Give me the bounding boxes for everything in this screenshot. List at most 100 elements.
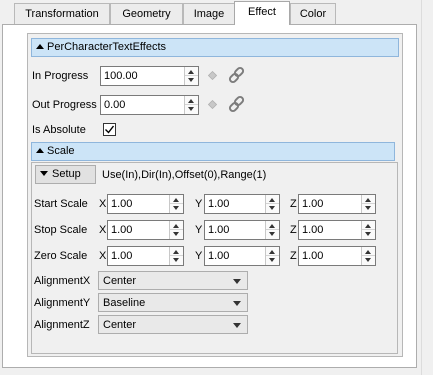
splitter[interactable] [421, 0, 422, 375]
out-progress-spinbox[interactable]: 0.00 [100, 95, 199, 115]
tab-label: Color [299, 8, 327, 20]
collapse-arrow-icon [36, 44, 44, 50]
tab-effect[interactable]: Effect [234, 1, 290, 25]
axis-z-label: Z [290, 224, 297, 236]
spin-up-icon[interactable] [365, 198, 371, 202]
alignment-z-select[interactable]: Center [98, 315, 248, 334]
spin-down-icon[interactable] [173, 232, 179, 236]
setup-summary: Use(In),Dir(In),Offset(0),Range(1) [102, 169, 267, 181]
collapse-arrow-icon [36, 148, 44, 154]
is-absolute-checkbox[interactable] [103, 123, 116, 136]
chevron-down-icon [233, 323, 241, 328]
section-title: PerCharacterTextEffects [47, 41, 167, 53]
spin-up-icon[interactable] [173, 250, 179, 254]
spin-buttons[interactable] [361, 195, 375, 213]
zero-scale-y-value: 1.00 [208, 250, 230, 262]
scale-header[interactable]: Scale [31, 142, 395, 161]
zero-scale-x-value: 1.00 [111, 250, 133, 262]
spin-buttons[interactable] [361, 221, 375, 239]
spin-buttons[interactable] [169, 221, 183, 239]
spin-down-icon[interactable] [365, 232, 371, 236]
effect-panel: PerCharacterTextEffects In Progress 100.… [27, 33, 403, 357]
chevron-down-icon [233, 301, 241, 306]
alignment-x-label: AlignmentX [34, 275, 91, 287]
alignment-y-value: Baseline [103, 297, 146, 309]
stop-scale-z-value: 1.00 [302, 224, 324, 236]
alignment-x-select[interactable]: Center [98, 271, 248, 290]
axis-x-label: X [99, 224, 107, 236]
tab-label: Image [193, 8, 225, 20]
spin-down-icon[interactable] [269, 206, 275, 210]
start-scale-y-value: 1.00 [208, 198, 230, 210]
spin-buttons[interactable] [265, 247, 279, 265]
axis-x-label: X [99, 198, 107, 210]
spin-up-icon[interactable] [173, 224, 179, 228]
spin-buttons[interactable] [184, 67, 198, 85]
tab-geometry[interactable]: Geometry [110, 3, 183, 24]
spin-buttons[interactable] [361, 247, 375, 265]
chain-link-icon[interactable] [227, 95, 247, 113]
setup-button[interactable]: Setup [35, 165, 96, 184]
spin-up-icon[interactable] [269, 224, 275, 228]
tab-image[interactable]: Image [183, 3, 235, 24]
axis-y-label: Y [195, 250, 203, 262]
in-progress-value: 100.00 [104, 70, 138, 82]
spin-down-icon[interactable] [173, 258, 179, 262]
axis-x-label: X [99, 250, 107, 262]
alignment-z-value: Center [103, 319, 137, 331]
spin-up-icon[interactable] [269, 250, 275, 254]
stop-scale-x-value: 1.00 [111, 224, 133, 236]
spin-up-icon[interactable] [269, 198, 275, 202]
spin-down-icon[interactable] [365, 258, 371, 262]
alignment-y-label: AlignmentY [34, 297, 91, 309]
start-scale-y-spinbox[interactable]: 1.00 [204, 194, 280, 214]
alignment-x-value: Center [103, 275, 137, 287]
stop-scale-label: Stop Scale [34, 224, 88, 236]
stop-scale-z-spinbox[interactable]: 1.00 [298, 220, 376, 240]
in-progress-spinbox[interactable]: 100.00 [100, 66, 199, 86]
spin-buttons[interactable] [169, 247, 183, 265]
zero-scale-y-spinbox[interactable]: 1.00 [204, 246, 280, 266]
checkmark-icon [105, 125, 115, 134]
spin-down-icon[interactable] [269, 232, 275, 236]
alignment-z-label: AlignmentZ [34, 319, 90, 331]
zero-scale-z-spinbox[interactable]: 1.00 [298, 246, 376, 266]
spin-buttons[interactable] [265, 195, 279, 213]
axis-z-label: Z [290, 198, 297, 210]
tab-color[interactable]: Color [290, 3, 336, 24]
tab-label: Transformation [25, 8, 99, 20]
zero-scale-label: Zero Scale [34, 250, 88, 262]
spin-up-icon[interactable] [365, 224, 371, 228]
spin-down-icon[interactable] [188, 107, 194, 111]
alignment-y-select[interactable]: Baseline [98, 293, 248, 312]
spin-up-icon[interactable] [188, 99, 194, 103]
spin-down-icon[interactable] [269, 258, 275, 262]
chain-link-icon[interactable] [227, 66, 247, 84]
spin-up-icon[interactable] [173, 198, 179, 202]
start-scale-z-spinbox[interactable]: 1.00 [298, 194, 376, 214]
out-progress-value: 0.00 [104, 99, 126, 111]
diamond-keyframe-icon[interactable] [208, 71, 217, 80]
spin-down-icon[interactable] [188, 78, 194, 82]
start-scale-x-value: 1.00 [111, 198, 133, 210]
axis-y-label: Y [195, 198, 203, 210]
spin-up-icon[interactable] [188, 70, 194, 74]
diamond-keyframe-icon[interactable] [208, 100, 217, 109]
spin-up-icon[interactable] [365, 250, 371, 254]
stop-scale-x-spinbox[interactable]: 1.00 [107, 220, 184, 240]
spin-buttons[interactable] [184, 96, 198, 114]
chevron-down-icon [233, 279, 241, 284]
spin-buttons[interactable] [265, 221, 279, 239]
per-character-effects-header[interactable]: PerCharacterTextEffects [31, 38, 399, 57]
tab-transformation[interactable]: Transformation [14, 3, 110, 24]
is-absolute-label: Is Absolute [32, 124, 86, 136]
spin-buttons[interactable] [169, 195, 183, 213]
start-scale-x-spinbox[interactable]: 1.00 [107, 194, 184, 214]
tab-label: Effect [248, 6, 276, 18]
spin-down-icon[interactable] [173, 206, 179, 210]
dropdown-arrow-icon [40, 171, 48, 177]
axis-z-label: Z [290, 250, 297, 262]
stop-scale-y-spinbox[interactable]: 1.00 [204, 220, 280, 240]
zero-scale-x-spinbox[interactable]: 1.00 [107, 246, 184, 266]
spin-down-icon[interactable] [365, 206, 371, 210]
